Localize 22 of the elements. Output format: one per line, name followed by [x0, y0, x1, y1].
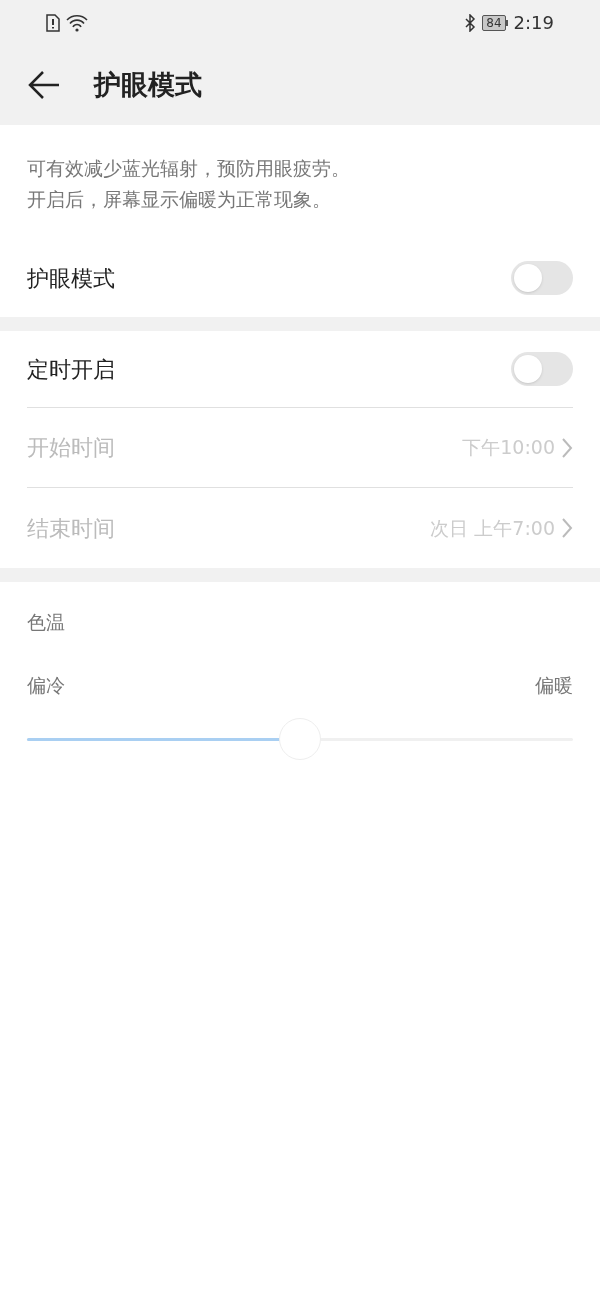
slider-thumb[interactable] — [279, 718, 321, 760]
clock-time: 2:19 — [513, 11, 554, 35]
description-text: 开启后，屏幕显示偏暖为正常现象。 — [27, 187, 332, 212]
back-arrow-icon[interactable] — [28, 70, 60, 100]
toggle-switch[interactable] — [511, 261, 573, 295]
chevron-right-icon — [561, 436, 573, 459]
description-text: 可有效减少蓝光辐射，预防用眼疲劳。 — [27, 156, 351, 181]
slider-min-label: 偏冷 — [27, 672, 65, 698]
setting-label: 结束时间 — [27, 514, 115, 543]
battery-indicator: 84 — [482, 14, 508, 31]
slider-max-label: 偏暖 — [535, 672, 573, 698]
page-title: 护眼模式 — [94, 67, 202, 102]
section-title: 色温 — [27, 610, 66, 635]
setting-label: 定时开启 — [27, 355, 115, 384]
color-temperature-slider[interactable] — [27, 717, 573, 761]
sim-alert-icon — [46, 13, 60, 32]
chevron-right-icon — [561, 517, 573, 539]
wifi-icon — [66, 13, 88, 32]
setting-label: 护眼模式 — [27, 264, 115, 293]
toggle-switch[interactable] — [511, 352, 573, 386]
setting-label: 开始时间 — [27, 434, 115, 462]
bluetooth-icon — [464, 13, 477, 32]
